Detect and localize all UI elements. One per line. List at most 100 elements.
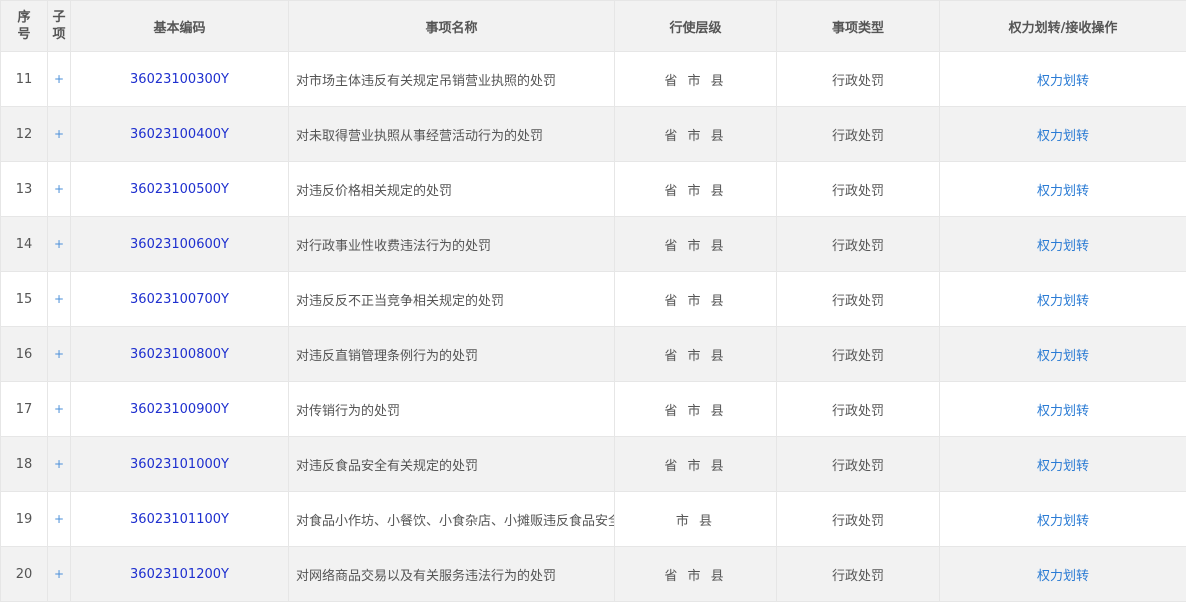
plus-icon[interactable]: + [54, 127, 64, 141]
row-code-cell: 36023100900Y [70, 381, 289, 437]
item-code-link[interactable]: 36023100900Y [130, 402, 229, 417]
header-seq[interactable]: 序号 [0, 0, 48, 52]
item-code-link[interactable]: 36023101100Y [130, 512, 229, 527]
item-code-link[interactable]: 36023101200Y [130, 567, 229, 582]
power-transfer-link[interactable]: 权力划转 [1037, 404, 1089, 419]
header-sub[interactable]: 子项 [47, 0, 71, 52]
row-level: 省 市 县 [664, 73, 727, 89]
expand-sub-item-button[interactable]: + [47, 51, 71, 107]
header-type[interactable]: 事项类型 [776, 0, 940, 52]
item-code-link[interactable]: 36023100600Y [130, 237, 229, 252]
table-row[interactable]: 19 +36023101100Y 对食品小作坊、小餐饮、小食杂店、小摊贩违反食品安全… [0, 491, 1186, 547]
power-transfer-link[interactable]: 权力划转 [1037, 239, 1089, 254]
expand-sub-item-button[interactable]: + [47, 491, 71, 547]
row-seq: 13 [0, 161, 48, 217]
expand-sub-item-button[interactable]: + [47, 161, 71, 217]
table-row[interactable]: 11 +36023100300Y 对市场主体违反有关规定吊销营业执照的处罚 省 市 县… [0, 51, 1186, 107]
plus-icon[interactable]: + [54, 182, 64, 196]
expand-sub-item-button[interactable]: + [47, 326, 71, 382]
plus-icon[interactable]: + [54, 567, 64, 581]
row-item-name: 对违反直销管理条例行为的处罚 [288, 326, 615, 382]
row-level: 省 市 县 [664, 183, 727, 199]
row-type: 行政处罚 [776, 106, 940, 162]
row-item-name: 对市场主体违反有关规定吊销营业执照的处罚 [288, 51, 615, 107]
expand-sub-item-button[interactable]: + [47, 271, 71, 327]
row-level-cell: 省 市 县 [614, 381, 777, 437]
header-code[interactable]: 基本编码 [70, 0, 289, 52]
table-row[interactable]: 14 +36023100600Y 对行政事业性收费违法行为的处罚 省 市 县 行政处罚 权… [0, 216, 1186, 272]
item-code-link[interactable]: 36023100800Y [130, 347, 229, 362]
item-code-link[interactable]: 36023101000Y [130, 457, 229, 472]
power-transfer-link[interactable]: 权力划转 [1037, 459, 1089, 474]
table-row[interactable]: 20 +36023101200Y 对网络商品交易以及有关服务违法行为的处罚 省 市 县… [0, 546, 1186, 602]
table-row[interactable]: 17 +36023100900Y 对传销行为的处罚 省 市 县 行政处罚 权力划转 [0, 381, 1186, 437]
power-items-table: 序号 子项 基本编码 事项名称 行使层级 事项类型 权力划转/接收操作 11 +3… [0, 0, 1186, 602]
row-item-name: 对未取得营业执照从事经营活动行为的处罚 [288, 106, 615, 162]
item-code-link[interactable]: 36023100300Y [130, 72, 229, 87]
power-transfer-link[interactable]: 权力划转 [1037, 514, 1089, 529]
header-name[interactable]: 事项名称 [288, 0, 615, 52]
table-row[interactable]: 18 +36023101000Y 对违反食品安全有关规定的处罚 省 市 县 行政处罚 权力… [0, 436, 1186, 492]
row-type: 行政处罚 [776, 51, 940, 107]
plus-icon[interactable]: + [54, 457, 64, 471]
table-body: 11 +36023100300Y 对市场主体违反有关规定吊销营业执照的处罚省 市 县… [0, 51, 1186, 602]
power-transfer-link[interactable]: 权力划转 [1037, 569, 1089, 584]
row-code-cell: 36023101000Y [70, 436, 289, 492]
row-level-cell: 省 市 县 [614, 51, 777, 107]
row-op-cell: 权力划转 [939, 546, 1186, 602]
item-code-link[interactable]: 36023100500Y [130, 182, 229, 197]
row-type: 行政处罚 [776, 161, 940, 217]
row-item-name: 对网络商品交易以及有关服务违法行为的处罚 [288, 546, 615, 602]
row-type: 行政处罚 [776, 491, 940, 547]
expand-sub-item-button[interactable]: + [47, 436, 71, 492]
row-seq: 20 [0, 546, 48, 602]
plus-icon[interactable]: + [54, 237, 64, 251]
row-seq: 16 [0, 326, 48, 382]
row-code-cell: 36023100800Y [70, 326, 289, 382]
table-row[interactable]: 13 +36023100500Y 对违反价格相关规定的处罚 省 市 县 行政处罚 权力划转 [0, 161, 1186, 217]
plus-icon[interactable]: + [54, 512, 64, 526]
item-code-link[interactable]: 36023100700Y [130, 292, 229, 307]
row-op-cell: 权力划转 [939, 51, 1186, 107]
row-seq: 17 [0, 381, 48, 437]
plus-icon[interactable]: + [54, 72, 64, 86]
row-type: 行政处罚 [776, 546, 940, 602]
table-row[interactable]: 12 +36023100400Y 对未取得营业执照从事经营活动行为的处罚 省 市 县 行… [0, 106, 1186, 162]
power-transfer-link[interactable]: 权力划转 [1037, 129, 1089, 144]
row-op-cell: 权力划转 [939, 106, 1186, 162]
power-transfer-link[interactable]: 权力划转 [1037, 184, 1089, 199]
table-row[interactable]: 15 +36023100700Y 对违反反不正当竞争相关规定的处罚 省 市 县 行政处罚… [0, 271, 1186, 327]
expand-sub-item-button[interactable]: + [47, 106, 71, 162]
expand-sub-item-button[interactable]: + [47, 216, 71, 272]
plus-icon[interactable]: + [54, 347, 64, 361]
row-code-cell: 36023100600Y [70, 216, 289, 272]
expand-sub-item-button[interactable]: + [47, 381, 71, 437]
row-level-cell: 省 市 县 [614, 271, 777, 327]
row-seq: 18 [0, 436, 48, 492]
row-level: 省 市 县 [664, 458, 727, 474]
row-code-cell: 36023100300Y [70, 51, 289, 107]
row-code-cell: 36023100500Y [70, 161, 289, 217]
row-level-cell: 省 市 县 [614, 216, 777, 272]
row-type: 行政处罚 [776, 436, 940, 492]
table-header-row: 序号 子项 基本编码 事项名称 行使层级 事项类型 权力划转/接收操作 [0, 0, 1186, 52]
expand-sub-item-button[interactable]: + [47, 546, 71, 602]
power-transfer-link[interactable]: 权力划转 [1037, 74, 1089, 89]
power-transfer-link[interactable]: 权力划转 [1037, 294, 1089, 309]
row-level: 省 市 县 [664, 568, 727, 584]
row-seq: 19 [0, 491, 48, 547]
plus-icon[interactable]: + [54, 292, 64, 306]
header-op[interactable]: 权力划转/接收操作 [939, 0, 1186, 52]
row-level: 省 市 县 [664, 128, 727, 144]
row-op-cell: 权力划转 [939, 436, 1186, 492]
row-level: 省 市 县 [664, 293, 727, 309]
row-level-cell: 省 市 县 [614, 161, 777, 217]
header-level[interactable]: 行使层级 [614, 0, 777, 52]
row-seq: 14 [0, 216, 48, 272]
table-row[interactable]: 16 +36023100800Y 对违反直销管理条例行为的处罚 省 市 县 行政处罚 权力… [0, 326, 1186, 382]
row-code-cell: 36023101200Y [70, 546, 289, 602]
plus-icon[interactable]: + [54, 402, 64, 416]
power-transfer-link[interactable]: 权力划转 [1037, 349, 1089, 364]
row-code-cell: 36023101100Y [70, 491, 289, 547]
item-code-link[interactable]: 36023100400Y [130, 127, 229, 142]
